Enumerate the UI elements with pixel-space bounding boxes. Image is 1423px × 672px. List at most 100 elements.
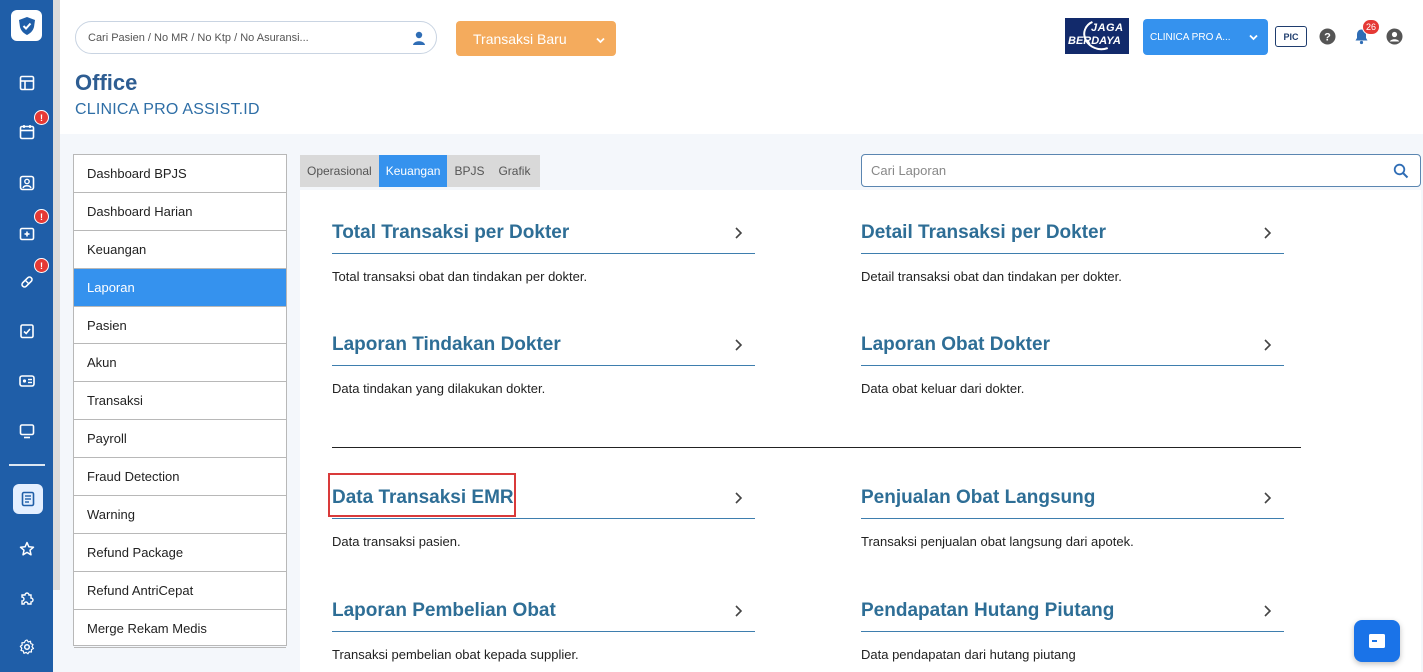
- svg-text:?: ?: [1324, 32, 1331, 44]
- report-card-header[interactable]: Laporan Tindakan Dokter: [332, 332, 755, 366]
- rail-alert-badge: !: [34, 110, 49, 125]
- report-card[interactable]: Detail Transaksi per Dokter Detail trans…: [861, 220, 1284, 284]
- report-card[interactable]: Laporan Obat Dokter Data obat keluar dar…: [861, 332, 1284, 396]
- report-title[interactable]: Total Transaksi per Dokter: [332, 222, 569, 244]
- highlight-box: [328, 473, 516, 517]
- tab-bpjs[interactable]: BPJS: [447, 155, 491, 187]
- report-description: Transaksi penjualan obat langsung dari a…: [861, 534, 1134, 549]
- user-icon[interactable]: [411, 30, 427, 51]
- report-card[interactable]: Pendapatan Hutang Piutang Data pendapata…: [861, 598, 1284, 662]
- app-logo[interactable]: [11, 10, 42, 41]
- report-tabs: Operasional Keuangan BPJS Grafik: [300, 155, 541, 187]
- menu-item-fraud-detection[interactable]: Fraud Detection: [74, 458, 286, 497]
- chevron-right-icon[interactable]: [733, 491, 743, 510]
- menu-item-refund-antricepat[interactable]: Refund AntriCepat: [74, 572, 286, 610]
- report-panel: Total Transaksi per Dokter Total transak…: [300, 190, 1421, 672]
- chevron-right-icon[interactable]: [733, 338, 743, 357]
- rail-alert-badge: !: [34, 209, 49, 224]
- report-card-header[interactable]: Detail Transaksi per Dokter: [861, 220, 1284, 254]
- new-transaction-label: Transaksi Baru: [473, 30, 567, 47]
- report-card[interactable]: Laporan Tindakan Dokter Data tindakan ya…: [332, 332, 755, 396]
- patient-search-input[interactable]: [88, 22, 403, 53]
- chevron-right-icon[interactable]: [733, 226, 743, 245]
- report-description: Detail transaksi obat dan tindakan per d…: [861, 269, 1122, 284]
- chat-window-icon: [1369, 634, 1385, 648]
- menu-item-merge-rekam-medis[interactable]: Merge Rekam Medis: [74, 610, 286, 648]
- report-card[interactable]: Laporan Pembelian Obat Transaksi pembeli…: [332, 598, 755, 662]
- report-title[interactable]: Laporan Obat Dokter: [861, 334, 1050, 356]
- report-search-input[interactable]: [871, 155, 1381, 186]
- account-icon[interactable]: [1386, 28, 1403, 50]
- search-icon[interactable]: [1393, 163, 1409, 184]
- sidebar-scrollbar[interactable]: [53, 0, 60, 590]
- page-title: Office: [75, 70, 138, 95]
- brand-logo: JAGA BERDAYA: [1065, 18, 1129, 54]
- report-description: Total transaksi obat dan tindakan per do…: [332, 269, 588, 284]
- rail-monitor-icon[interactable]: [14, 418, 40, 444]
- rail-star-icon[interactable]: [14, 536, 40, 562]
- report-card-header[interactable]: Pendapatan Hutang Piutang: [861, 598, 1284, 632]
- rail-divider: [9, 464, 45, 466]
- report-card[interactable]: Penjualan Obat Langsung Transaksi penjua…: [861, 485, 1284, 549]
- menu-item-dashboard-harian[interactable]: Dashboard Harian: [74, 193, 286, 231]
- report-description: Data pendapatan dari hutang piutang: [861, 647, 1076, 662]
- rail-medkit-icon[interactable]: [14, 220, 40, 246]
- pic-button[interactable]: PIC: [1275, 26, 1307, 47]
- rail-id-card-icon[interactable]: [14, 368, 40, 394]
- chat-button[interactable]: [1354, 620, 1400, 662]
- rail-pill-icon[interactable]: [14, 269, 40, 295]
- menu-item-payroll[interactable]: Payroll: [74, 420, 286, 459]
- report-card-header[interactable]: Laporan Obat Dokter: [861, 332, 1284, 366]
- brand-line1: JAGA: [1091, 22, 1124, 34]
- tab-operasional[interactable]: Operasional: [300, 155, 379, 187]
- rail-dashboard-icon[interactable]: [14, 70, 40, 96]
- clinic-selector[interactable]: CLINICA PRO A...: [1143, 19, 1268, 55]
- report-description: Transaksi pembelian obat kepada supplier…: [332, 647, 579, 662]
- chevron-down-icon: [1248, 32, 1259, 46]
- rail-report-icon[interactable]: [13, 484, 43, 514]
- rail-puzzle-icon[interactable]: [14, 585, 40, 611]
- report-card[interactable]: Total Transaksi per Dokter Total transak…: [332, 220, 755, 284]
- rail-settings-icon[interactable]: [14, 634, 40, 660]
- menu-item-akun[interactable]: Akun: [74, 344, 286, 383]
- rail-task-icon[interactable]: [14, 318, 40, 344]
- chevron-right-icon[interactable]: [1262, 338, 1272, 357]
- chevron-right-icon[interactable]: [1262, 604, 1272, 623]
- menu-item-warning[interactable]: Warning: [74, 496, 286, 534]
- page-subtitle: CLINICA PRO ASSIST.ID: [75, 101, 260, 118]
- menu-item-dashboard-bpjs[interactable]: Dashboard BPJS: [74, 155, 286, 193]
- menu-item-keuangan[interactable]: Keuangan: [74, 231, 286, 269]
- report-title[interactable]: Penjualan Obat Langsung: [861, 487, 1095, 509]
- menu-item-laporan[interactable]: Laporan: [74, 268, 286, 307]
- menu-item-refund-package[interactable]: Refund Package: [74, 534, 286, 572]
- help-icon[interactable]: ?: [1319, 28, 1336, 50]
- chevron-right-icon[interactable]: [733, 604, 743, 623]
- clinic-selector-label: CLINICA PRO A...: [1150, 31, 1231, 43]
- report-card-header[interactable]: Laporan Pembelian Obat: [332, 598, 755, 632]
- menu-item-transaksi[interactable]: Transaksi: [74, 382, 286, 421]
- rail-patient-icon[interactable]: [14, 170, 40, 196]
- report-description: Data tindakan yang dilakukan dokter.: [332, 381, 546, 396]
- tab-grafik[interactable]: Grafik: [491, 155, 540, 187]
- chevron-down-icon: [595, 33, 606, 49]
- menu-item-pasien[interactable]: Pasien: [74, 307, 286, 345]
- report-card-header[interactable]: Penjualan Obat Langsung: [861, 485, 1284, 519]
- chevron-right-icon[interactable]: [1262, 491, 1272, 510]
- report-description: Data obat keluar dari dokter.: [861, 381, 1025, 396]
- patient-search-box[interactable]: [75, 21, 437, 54]
- report-title[interactable]: Pendapatan Hutang Piutang: [861, 600, 1114, 622]
- new-transaction-button[interactable]: Transaksi Baru: [456, 21, 616, 56]
- report-card-header[interactable]: Total Transaksi per Dokter: [332, 220, 755, 254]
- rail-alert-badge: !: [34, 258, 49, 273]
- report-title[interactable]: Laporan Tindakan Dokter: [332, 334, 561, 356]
- section-divider: [332, 447, 1301, 448]
- report-title[interactable]: Detail Transaksi per Dokter: [861, 222, 1106, 244]
- chevron-right-icon[interactable]: [1262, 226, 1272, 245]
- report-title[interactable]: Laporan Pembelian Obat: [332, 600, 556, 622]
- app-rail: ! ! !: [0, 0, 53, 672]
- tab-keuangan[interactable]: Keuangan: [378, 155, 448, 187]
- report-search-box[interactable]: [861, 154, 1421, 187]
- report-description: Data transaksi pasien.: [332, 534, 461, 549]
- brand-line2: BERDAYA: [1068, 35, 1121, 47]
- office-menu: Dashboard BPJS Dashboard Harian Keuangan…: [73, 154, 287, 648]
